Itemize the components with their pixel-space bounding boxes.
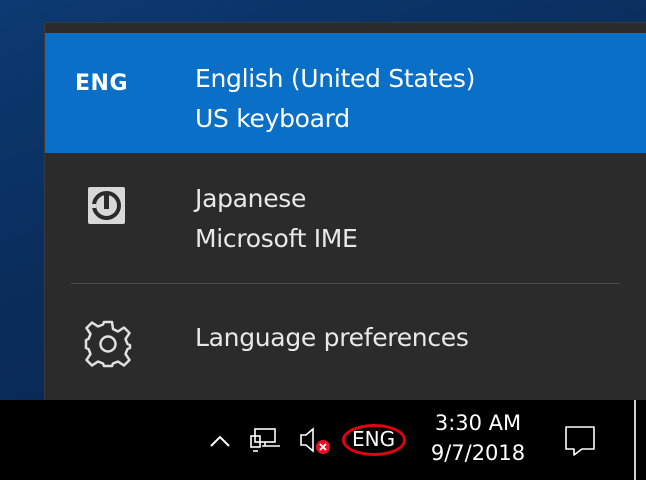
- language-preferences-link[interactable]: Language preferences: [45, 301, 646, 381]
- language-item-text: Japanese Microsoft IME: [195, 179, 358, 259]
- chevron-up-icon[interactable]: [205, 420, 235, 460]
- clock[interactable]: 3:30 AM 9/7/2018: [425, 408, 531, 468]
- language-preferences-label: Language preferences: [195, 323, 469, 352]
- action-center-icon[interactable]: [560, 420, 600, 460]
- keyboard-layout: Microsoft IME: [195, 224, 358, 253]
- clock-time: 3:30 AM: [434, 411, 522, 435]
- language-name: Japanese: [195, 184, 307, 213]
- language-item-japanese[interactable]: Japanese Microsoft IME: [45, 153, 646, 273]
- volume-muted-icon[interactable]: [296, 420, 336, 460]
- network-icon[interactable]: [248, 420, 288, 460]
- language-item-english[interactable]: ENG English (United States) US keyboard: [45, 33, 646, 153]
- input-indicator-button[interactable]: ENG: [352, 427, 395, 451]
- show-desktop-edge[interactable]: [634, 400, 636, 480]
- keyboard-layout: US keyboard: [195, 104, 350, 133]
- ime-icon: [88, 187, 125, 224]
- flyout-divider: [71, 283, 620, 284]
- language-abbrev-eng: ENG: [75, 71, 128, 96]
- input-language-flyout: ENG English (United States) US keyboard …: [44, 22, 646, 400]
- taskbar: ENG 3:30 AM 9/7/2018: [0, 400, 646, 480]
- gear-icon: [83, 319, 133, 369]
- clock-date: 9/7/2018: [430, 441, 526, 465]
- language-item-text: English (United States) US keyboard: [195, 59, 475, 139]
- language-name: English (United States): [195, 64, 476, 93]
